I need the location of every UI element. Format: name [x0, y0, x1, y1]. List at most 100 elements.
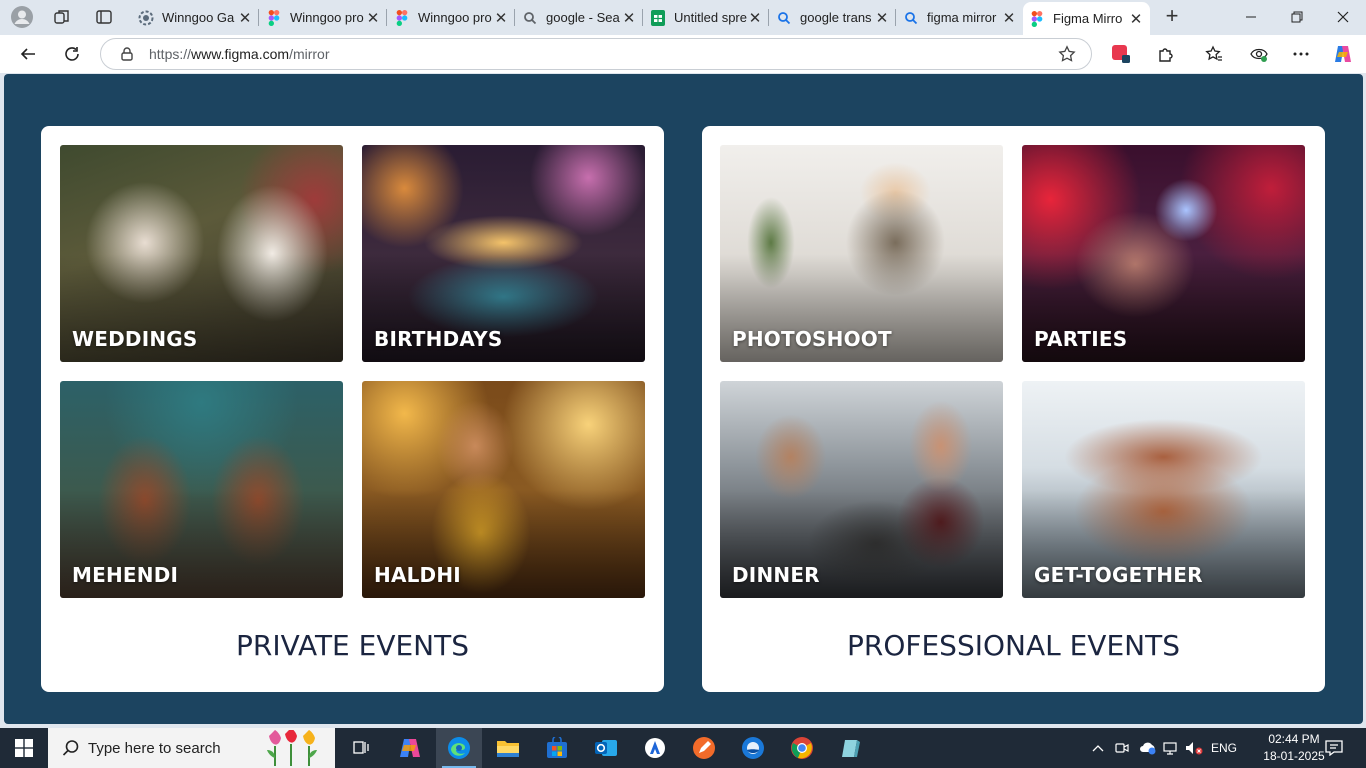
mehendi-card[interactable]: MEHENDI — [60, 381, 343, 598]
workspaces-icon[interactable] — [48, 4, 76, 30]
browser-tab[interactable]: Untitled spre ✕ — [644, 4, 769, 31]
task-view-icon[interactable] — [338, 728, 384, 768]
private-events-title: PRIVATE EVENTS — [236, 629, 469, 662]
taskbar-search-box[interactable]: Type here to search — [48, 728, 335, 768]
microsoft-store-icon[interactable] — [534, 728, 580, 768]
address-bar[interactable]: https://www.figma.com/mirror — [100, 38, 1092, 70]
browser-tab[interactable]: figma mirror ✕ — [897, 4, 1023, 31]
sheets-favicon-icon — [650, 9, 666, 26]
tab-actions-icon[interactable] — [90, 4, 118, 30]
tab-title: Winngoo Ga — [162, 10, 235, 25]
url-scheme: https:// — [149, 46, 192, 62]
outlook-icon[interactable] — [583, 728, 629, 768]
url-path: /mirror — [289, 46, 330, 62]
browser-tab[interactable]: Winngoo Ga ✕ — [132, 4, 259, 31]
pencil-app-icon[interactable] — [681, 728, 727, 768]
thunderbird-icon[interactable] — [730, 728, 776, 768]
haldhi-card[interactable]: HALDHI — [362, 381, 645, 598]
gear-favicon-icon — [138, 10, 154, 26]
card-label: HALDHI — [374, 563, 461, 587]
tab-title: figma mirror — [927, 10, 997, 25]
search-icon — [62, 740, 79, 756]
professional-events-title: PROFESSIONAL EVENTS — [847, 629, 1180, 662]
edge-browser-icon[interactable] — [436, 728, 482, 768]
search-favicon-icon — [522, 10, 538, 26]
search-favicon-icon — [903, 10, 919, 26]
browser-tab[interactable]: Winngoo pro ✕ — [260, 4, 387, 31]
notifications-icon[interactable] — [1320, 728, 1348, 768]
notepad-icon[interactable] — [828, 728, 874, 768]
card-label: PHOTOSHOOT — [732, 327, 892, 351]
browser-tab[interactable]: Winngoo pro ✕ — [388, 4, 515, 31]
close-tab-icon[interactable]: ✕ — [1128, 10, 1144, 28]
tab-title: Figma Mirro — [1053, 11, 1123, 26]
private-events-panel: WEDDINGS BIRTHDAYS MEHENDI HALDHI PRIVAT… — [41, 126, 664, 692]
card-label: GET-TOGETHER — [1034, 563, 1203, 587]
photoshoot-card[interactable]: PHOTOSHOOT — [720, 145, 1003, 362]
tab-title: google - Sea — [546, 10, 620, 25]
close-tab-icon[interactable]: ✕ — [237, 9, 253, 27]
dinner-card[interactable]: DINNER — [720, 381, 1003, 598]
close-tab-icon[interactable]: ✕ — [747, 9, 763, 27]
tab-title: Winngoo pro — [418, 10, 492, 25]
search-placeholder: Type here to search — [88, 739, 221, 757]
tab-title: Winngoo pro — [290, 10, 364, 25]
figma-mirror-canvas: WEDDINGS BIRTHDAYS MEHENDI HALDHI PRIVAT… — [4, 74, 1363, 724]
restore-icon[interactable] — [1274, 0, 1320, 34]
volume-muted-icon[interactable] — [1183, 728, 1205, 768]
close-tab-icon[interactable]: ✕ — [493, 9, 509, 27]
file-explorer-icon[interactable] — [485, 728, 531, 768]
close-tab-icon[interactable]: ✕ — [365, 9, 381, 27]
extensions-puzzle-icon[interactable] — [1155, 43, 1177, 65]
parties-card[interactable]: PARTIES — [1022, 145, 1305, 362]
app-launcher-icon[interactable] — [632, 728, 678, 768]
tab-strip: Winngoo Ga ✕ Winngoo pro ✕ Winngoo pro ✕… — [0, 0, 1366, 35]
new-tab-button[interactable]: + — [1160, 5, 1184, 29]
tab-title: Untitled spre — [674, 10, 747, 25]
professional-events-panel: PHOTOSHOOT PARTIES DINNER GET-TOGETHER P… — [702, 126, 1325, 692]
windows-taskbar: Type here to search ENG 02:44 PM 18-01-2… — [0, 728, 1366, 768]
card-label: BIRTHDAYS — [374, 327, 503, 351]
windows-start-icon[interactable] — [0, 728, 48, 768]
copilot-taskbar-icon[interactable] — [387, 728, 433, 768]
close-tab-icon[interactable]: ✕ — [1001, 9, 1017, 27]
get-together-card[interactable]: GET-TOGETHER — [1022, 381, 1305, 598]
favorite-star-icon[interactable] — [1057, 44, 1077, 64]
url-host: www.figma.com — [191, 46, 290, 62]
card-label: DINNER — [732, 563, 820, 587]
search-favicon-icon — [776, 10, 792, 26]
browser-tab-active[interactable]: Figma Mirro ✕ — [1023, 2, 1150, 35]
url-text: https://www.figma.com/mirror — [149, 46, 1057, 62]
chrome-icon[interactable] — [779, 728, 825, 768]
back-arrow-icon[interactable] — [13, 39, 43, 69]
extension-app-icon[interactable] — [1110, 43, 1132, 65]
browser-toolbar: https://www.figma.com/mirror — [0, 35, 1366, 73]
browser-tab[interactable]: google - Sea ✕ — [516, 4, 643, 31]
minimize-icon[interactable] — [1228, 0, 1274, 34]
refresh-icon[interactable] — [57, 39, 87, 69]
birthdays-card[interactable]: BIRTHDAYS — [362, 145, 645, 362]
card-label: PARTIES — [1034, 327, 1128, 351]
close-window-icon[interactable] — [1320, 0, 1366, 34]
weddings-card[interactable]: WEDDINGS — [60, 145, 343, 362]
browser-tab[interactable]: google trans ✕ — [770, 4, 896, 31]
close-tab-icon[interactable]: ✕ — [621, 9, 637, 27]
browser-essentials-icon[interactable] — [1248, 43, 1270, 65]
copilot-icon[interactable] — [1332, 43, 1354, 65]
lock-icon[interactable] — [119, 46, 135, 62]
close-tab-icon[interactable]: ✕ — [874, 9, 890, 27]
tulips-icon — [267, 730, 317, 766]
figma-favicon-icon — [266, 9, 282, 26]
network-icon[interactable] — [1160, 728, 1182, 768]
meet-now-icon[interactable] — [1112, 728, 1132, 768]
tab-title: google trans — [800, 10, 872, 25]
profile-icon[interactable] — [8, 4, 36, 30]
card-label: MEHENDI — [72, 563, 179, 587]
show-hidden-icons-chevron[interactable] — [1088, 728, 1108, 768]
card-label: WEDDINGS — [72, 327, 198, 351]
figma-favicon-icon — [394, 9, 410, 26]
onedrive-icon[interactable] — [1136, 728, 1160, 768]
input-language[interactable]: ENG — [1208, 728, 1240, 768]
more-menu-icon[interactable] — [1290, 43, 1312, 65]
favorites-icon[interactable] — [1203, 43, 1225, 65]
